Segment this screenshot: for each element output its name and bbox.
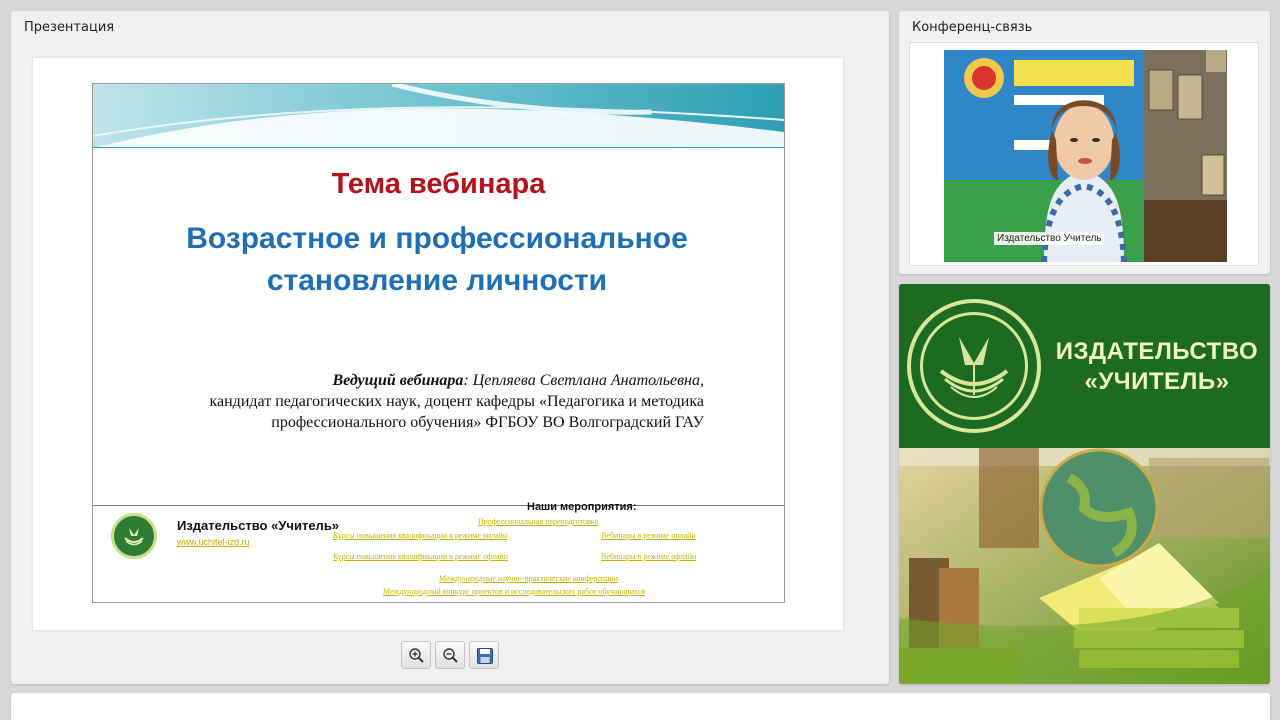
video-container: Издательство Учитель [909,42,1259,266]
banner-brand-text: ИЗДАТЕЛЬСТВО «УЧИТЕЛЬ» [1049,337,1265,397]
webcam-frame-image [944,50,1227,262]
conference-panel-title: Конференц-связь [912,20,1033,35]
host-position: кандидат педагогических наук, доцент каф… [209,393,704,410]
slide-title-line2: становление личности [266,264,608,297]
event-link[interactable]: Профессиональная переподготовка [478,517,598,526]
bottom-panel [11,693,1270,720]
slide-topic-heading: Тема вебинара [331,168,546,200]
slide-title: Возрастное и профессиональное становлени… [113,218,761,302]
presentation-panel: Презентация Тема вебинара Возрастное и п… [11,11,889,684]
banner-brand-line2: «УЧИТЕЛЬ» [1084,368,1230,395]
banner-books-image [899,448,1270,684]
slide-footer-divider [93,505,784,506]
save-button[interactable] [469,641,499,669]
slide: Тема вебинара Возрастное и профессиональ… [92,83,785,603]
event-link[interactable]: Вебинары в режиме онлайн [601,531,696,540]
zoom-in-icon [409,648,424,663]
slide-host-info: Ведущий вебинара: Цепляева Светлана Анат… [144,370,704,433]
slide-header-wave [93,84,784,148]
conference-panel: Конференц-связь Издательство Учитель [899,11,1270,274]
banner-brand-line1: ИЗДАТЕЛЬСТВО [1055,338,1259,365]
publisher-url-link[interactable]: www.uchitel-izd.ru [177,537,250,547]
event-link[interactable]: Международный конкурс проектов и исследо… [383,587,645,596]
save-icon [477,648,493,664]
event-link[interactable]: Курсы повышения квалификации в режиме оф… [333,552,508,561]
publisher-banner[interactable]: ИЗДАТЕЛЬСТВО «УЧИТЕЛЬ» [899,284,1270,684]
slide-header-divider [93,147,784,148]
event-link[interactable]: Вебинары в режиме офлайн [601,552,696,561]
book-logo-icon [939,337,1009,398]
publisher-name: Издательство «Учитель» [177,518,340,533]
event-link[interactable]: Международные научно-практические конфер… [439,574,618,583]
video-caption: Издательство Учитель [994,232,1105,245]
slide-title-line1: Возрастное и профессиональное [186,222,688,255]
host-name: Цепляева Светлана Анатольевна, [472,372,704,389]
slide-viewer[interactable]: Тема вебинара Возрастное и профессиональ… [33,58,843,630]
banner-top: ИЗДАТЕЛЬСТВО «УЧИТЕЛЬ» [899,284,1270,448]
zoom-in-button[interactable] [401,641,431,669]
presentation-panel-title: Презентация [24,20,115,35]
event-link[interactable]: Курсы повышения квалификации в режиме он… [333,531,507,540]
webcam-video[interactable] [944,50,1227,262]
publisher-logo-icon [111,513,157,559]
host-department: профессионального обучения» ФГБОУ ВО Вол… [271,414,704,431]
publisher-emblem-icon [907,299,1041,433]
zoom-out-button[interactable] [435,641,465,669]
events-title: Наши мероприятия: [527,501,637,513]
zoom-out-icon [443,648,458,663]
host-label: Ведущий вебинара [332,372,464,389]
